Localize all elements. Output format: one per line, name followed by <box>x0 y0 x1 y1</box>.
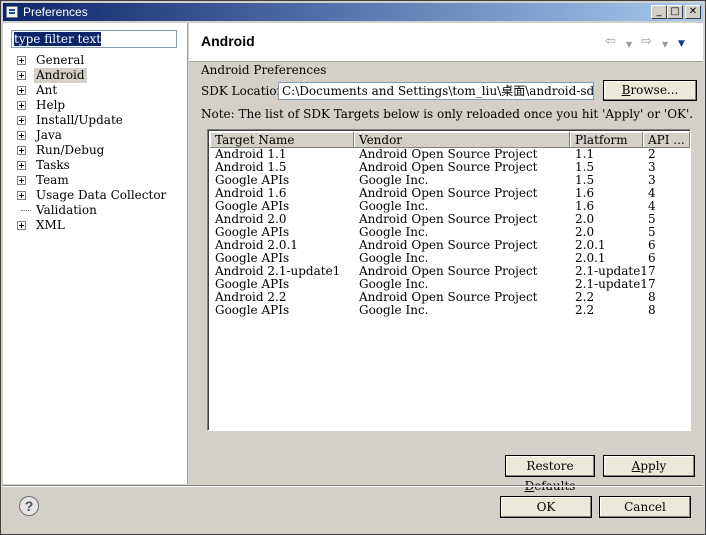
column-vendor[interactable]: Vendor <box>354 132 570 148</box>
tree-item-label: Usage Data Collector <box>36 188 167 202</box>
minimize-button[interactable]: _ <box>651 5 667 19</box>
tree-item-label: Tasks <box>36 158 70 172</box>
preferences-dialog: Preferences _ □ ✕ type filter text Gener… <box>0 0 706 535</box>
forward-dropdown-icon[interactable]: ▼ <box>662 38 668 51</box>
column-api-level[interactable]: API ... <box>643 132 690 148</box>
forward-arrow-icon[interactable]: ⇨ <box>641 35 652 48</box>
apply-button[interactable]: Apply <box>603 455 695 477</box>
page-header: Android ⇦ ▼ ⇨ ▼ ▼ <box>189 23 703 62</box>
tree-item-label: Help <box>36 98 66 112</box>
filter-input[interactable]: type filter text <box>11 30 177 48</box>
tree-item-label: Android <box>34 68 87 83</box>
section-label: Android Preferences <box>201 63 327 77</box>
close-button[interactable]: ✕ <box>685 5 701 19</box>
sdk-targets-table[interactable]: Target Name Vendor Platform API ... Andr… <box>207 129 691 431</box>
cell-platform: 2.2 <box>575 303 595 317</box>
expand-icon[interactable] <box>17 191 26 200</box>
preferences-tree-panel: type filter text General Android Ant Help In… <box>3 23 188 484</box>
column-target-name[interactable]: Target Name <box>210 132 354 148</box>
table-body: Android 1.1 Android Open Source Project 1.… <box>210 148 690 317</box>
android-preferences-page: Android ⇦ ▼ ⇨ ▼ ▼ Android Preferences SD… <box>189 23 703 493</box>
back-arrow-icon[interactable]: ⇦ <box>605 35 616 48</box>
browse-button[interactable]: Browse... <box>603 80 697 101</box>
column-platform[interactable]: Platform <box>570 132 643 148</box>
view-menu-icon[interactable]: ▼ <box>678 38 685 51</box>
tree-item-label: Install/Update <box>36 113 123 127</box>
expand-icon[interactable] <box>17 131 26 140</box>
ok-button[interactable]: OK <box>500 496 592 518</box>
expand-icon[interactable] <box>17 146 26 155</box>
tree-item-label: General <box>36 53 85 67</box>
cell-api-level: 8 <box>648 303 656 317</box>
expand-icon[interactable] <box>17 176 26 185</box>
tree-connector <box>21 210 31 211</box>
tree-item-label: Validation <box>36 203 97 217</box>
expand-icon[interactable] <box>17 86 26 95</box>
tree-item-label: Run/Debug <box>36 143 105 157</box>
expand-icon[interactable] <box>17 56 26 65</box>
sdk-location-input[interactable]: C:\Documents and Settings\tom_liu\桌面\and… <box>278 82 594 100</box>
window-title: Preferences <box>23 5 88 19</box>
back-dropdown-icon[interactable]: ▼ <box>626 38 632 51</box>
expand-icon[interactable] <box>17 116 26 125</box>
tree-item-label: Team <box>36 173 69 187</box>
sdk-location-label: SDK Location: <box>201 84 289 98</box>
maximize-button[interactable]: □ <box>667 5 683 19</box>
expand-icon[interactable] <box>17 161 26 170</box>
expand-icon[interactable] <box>17 221 26 230</box>
cell-vendor: Google Inc. <box>359 303 429 317</box>
dialog-footer: ? OK Cancel <box>3 485 703 533</box>
table-header: Target Name Vendor Platform API ... <box>210 132 690 148</box>
expand-icon[interactable] <box>17 101 26 110</box>
browse-label-rest: rowse... <box>630 83 679 97</box>
sdk-note: Note: The list of SDK Targets below is o… <box>201 107 694 121</box>
restore-defaults-button[interactable]: Restore Defaults <box>505 455 595 493</box>
apply-label-rest: pply <box>640 459 667 473</box>
tree-item-label: Ant <box>36 83 58 97</box>
help-icon[interactable]: ? <box>19 496 39 516</box>
cell-target-name: Google APIs <box>215 303 290 317</box>
page-title: Android <box>201 33 255 49</box>
table-row[interactable]: Google APIs Google Inc. 2.2 8 <box>210 304 690 317</box>
cancel-button[interactable]: Cancel <box>599 496 691 518</box>
window-icon <box>6 6 18 18</box>
tree-item-label: XML <box>36 218 65 232</box>
expand-icon[interactable] <box>17 71 26 80</box>
filter-text: type filter text <box>14 32 102 46</box>
tree-item-label: Java <box>36 128 62 142</box>
title-bar[interactable]: Preferences _ □ ✕ <box>3 3 703 21</box>
